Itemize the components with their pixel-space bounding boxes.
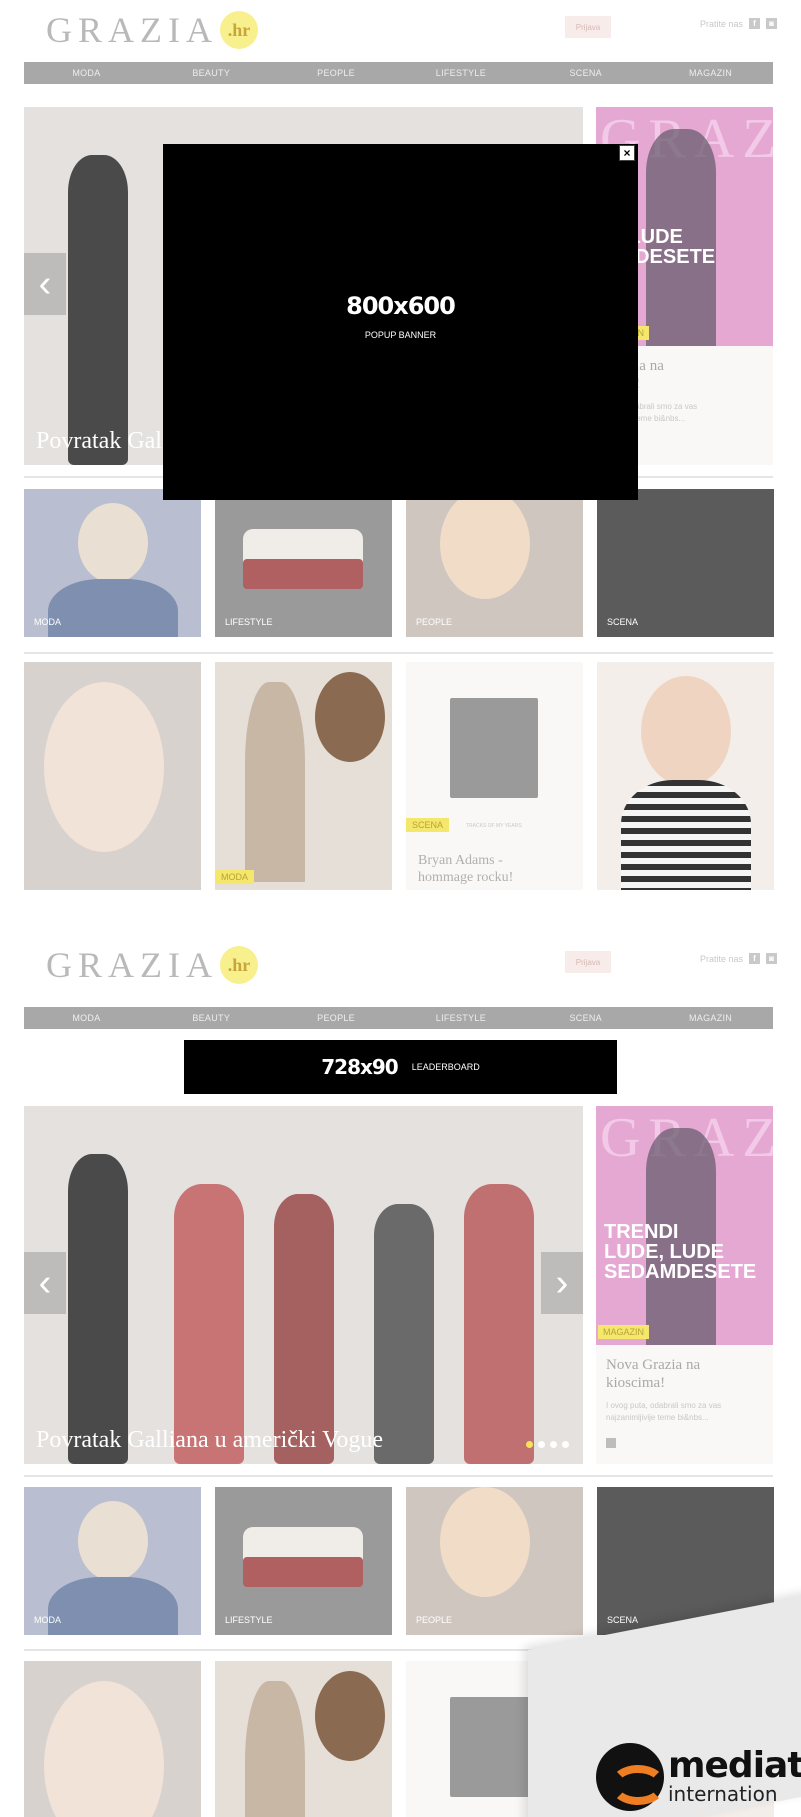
- logo-badge: .hr: [219, 946, 258, 984]
- slide-dots: [526, 1441, 569, 1448]
- tile-label: PEOPLE: [416, 617, 453, 627]
- tile-people[interactable]: PEOPLE: [406, 1487, 583, 1635]
- brand-mark-icon: [596, 1743, 666, 1811]
- facebook-icon[interactable]: [606, 1438, 616, 1448]
- tile-scena[interactable]: SCENA: [597, 489, 774, 637]
- popup-banner-ad[interactable]: × 800x600 POPUP BANNER: [163, 144, 638, 500]
- instagram-icon[interactable]: ◙: [766, 18, 777, 29]
- site-header: GRAZIA .hr Prijava Pratite nas f ◙: [24, 935, 777, 1005]
- category-tiles: MODA LIFESTYLE PEOPLE SCENA: [24, 489, 774, 637]
- close-icon[interactable]: ×: [619, 145, 635, 161]
- nav-item-people[interactable]: PEOPLE: [274, 62, 399, 84]
- tile-lifestyle[interactable]: LIFESTYLE: [215, 1487, 392, 1635]
- leaderboard-ad[interactable]: 728x90 LEADERBOARD: [184, 1040, 617, 1094]
- brand-text: mediato internation: [668, 1745, 801, 1806]
- leaderboard-label: LEADERBOARD: [411, 1062, 480, 1072]
- tile-label: SCENA: [607, 617, 639, 627]
- tile-people[interactable]: PEOPLE: [406, 489, 583, 637]
- site-logo[interactable]: GRAZIA .hr: [46, 10, 258, 50]
- site-logo[interactable]: GRAZIA .hr: [46, 945, 258, 985]
- article-card-face[interactable]: [24, 1661, 201, 1817]
- site-header: GRAZIA .hr Prijava Pratite nas f ◙: [24, 0, 777, 70]
- leaderboard-size: 728x90: [321, 1055, 398, 1079]
- section-divider: [24, 652, 773, 654]
- nav-item-scena[interactable]: SCENA: [523, 62, 648, 84]
- nav-item-lifestyle[interactable]: LIFESTYLE: [398, 1007, 523, 1029]
- magazine-card[interactable]: GRAZIA TRENDI LUDE, LUDE SEDAMDESETE MAG…: [596, 1106, 773, 1464]
- magazine-title[interactable]: Nova Grazia na kioscima!: [606, 1356, 700, 1392]
- article-card-moda[interactable]: MODA: [215, 662, 392, 890]
- facebook-icon[interactable]: f: [749, 953, 760, 964]
- hero-slider[interactable]: ‹ › Povratak Galliana u američki Vogue: [24, 1106, 583, 1464]
- nav-item-moda[interactable]: MODA: [24, 1007, 149, 1029]
- magazin-tag: MAGAZIN: [598, 1325, 650, 1339]
- brand-sub: internation: [668, 1782, 778, 1806]
- brand-logo: mediato internation: [596, 1743, 801, 1811]
- tile-label: MODA: [34, 1615, 61, 1625]
- article-card-portrait[interactable]: [597, 662, 774, 890]
- hero-caption[interactable]: Povratak Gal: [36, 428, 162, 455]
- tile-label: PEOPLE: [416, 1615, 453, 1625]
- nav-item-lifestyle[interactable]: LIFESTYLE: [398, 62, 523, 84]
- slide-dot[interactable]: [562, 1441, 569, 1448]
- category-tiles: MODA LIFESTYLE PEOPLE SCENA: [24, 1487, 774, 1635]
- login-button[interactable]: Prijava: [565, 951, 611, 973]
- nav-item-beauty[interactable]: BEAUTY: [149, 62, 274, 84]
- follow-us: Pratite nas f ◙: [700, 18, 777, 29]
- article-card-moda[interactable]: [215, 1661, 392, 1817]
- nav-item-scena[interactable]: SCENA: [523, 1007, 648, 1029]
- chevron-right-icon[interactable]: ›: [541, 1252, 583, 1314]
- hero-image: [24, 1106, 583, 1464]
- nav-item-magazin[interactable]: MAGAZIN: [648, 62, 773, 84]
- nav-item-magazin[interactable]: MAGAZIN: [648, 1007, 773, 1029]
- popup-size: 800x600: [346, 292, 456, 320]
- tile-label: LIFESTYLE: [225, 617, 273, 627]
- magazine-description: I ovog puta, odabrali smo za vas najzani…: [606, 1401, 722, 1422]
- login-button[interactable]: Prijava: [565, 16, 611, 38]
- section-divider: [24, 1475, 773, 1477]
- tile-lifestyle[interactable]: LIFESTYLE: [215, 489, 392, 637]
- nav-item-people[interactable]: PEOPLE: [274, 1007, 399, 1029]
- chevron-left-icon[interactable]: ‹: [24, 1252, 66, 1314]
- main-nav: MODA BEAUTY PEOPLE LIFESTYLE SCENA MAGAZ…: [24, 1007, 773, 1029]
- hero-caption[interactable]: Povratak Galliana u američki Vogue: [36, 1427, 383, 1454]
- scena-tag: SCENA: [406, 818, 450, 832]
- cover-headline: TRENDI LUDE, LUDE SEDAMDESETE: [604, 1221, 757, 1283]
- slide-dot[interactable]: [550, 1441, 557, 1448]
- slide-dot[interactable]: [538, 1441, 545, 1448]
- brand-name: mediato: [668, 1745, 801, 1786]
- logo-text: GRAZIA: [46, 10, 218, 50]
- article-cards: MODA SCENA TRACKS OF MY YEARS Bryan Adam…: [24, 662, 774, 890]
- facebook-icon[interactable]: f: [749, 18, 760, 29]
- popup-label: POPUP BANNER: [364, 330, 437, 340]
- logo-badge: .hr: [219, 11, 258, 49]
- tile-label: SCENA: [607, 1615, 639, 1625]
- tile-label: LIFESTYLE: [225, 1615, 273, 1625]
- instagram-icon[interactable]: ◙: [766, 953, 777, 964]
- follow-us: Pratite nas f ◙: [700, 953, 777, 964]
- moda-tag: MODA: [215, 870, 254, 884]
- article-card-scena[interactable]: SCENA TRACKS OF MY YEARS Bryan Adams - h…: [406, 662, 583, 890]
- slide-dot[interactable]: [526, 1441, 533, 1448]
- logo-text: GRAZIA: [46, 945, 218, 985]
- tile-moda[interactable]: MODA: [24, 489, 201, 637]
- chevron-left-icon[interactable]: ‹: [24, 253, 66, 315]
- magazine-cover: GRAZIA TRENDI LUDE, LUDE SEDAMDESETE MAG…: [596, 1106, 773, 1345]
- nav-item-moda[interactable]: MODA: [24, 62, 149, 84]
- follow-label: Pratite nas: [699, 18, 743, 29]
- main-nav: MODA BEAUTY PEOPLE LIFESTYLE SCENA MAGAZ…: [24, 62, 773, 84]
- site-snapshot-popup: GRAZIA .hr Prijava Pratite nas f ◙ MODA …: [0, 0, 801, 900]
- scena-subtag: TRACKS OF MY YEARS: [466, 823, 522, 829]
- article-title[interactable]: Bryan Adams - hommage rocku!: [418, 852, 513, 886]
- article-card-face[interactable]: [24, 662, 201, 890]
- tile-label: MODA: [34, 617, 61, 627]
- tile-moda[interactable]: MODA: [24, 1487, 201, 1635]
- nav-item-beauty[interactable]: BEAUTY: [149, 1007, 274, 1029]
- follow-label: Pratite nas: [699, 953, 743, 964]
